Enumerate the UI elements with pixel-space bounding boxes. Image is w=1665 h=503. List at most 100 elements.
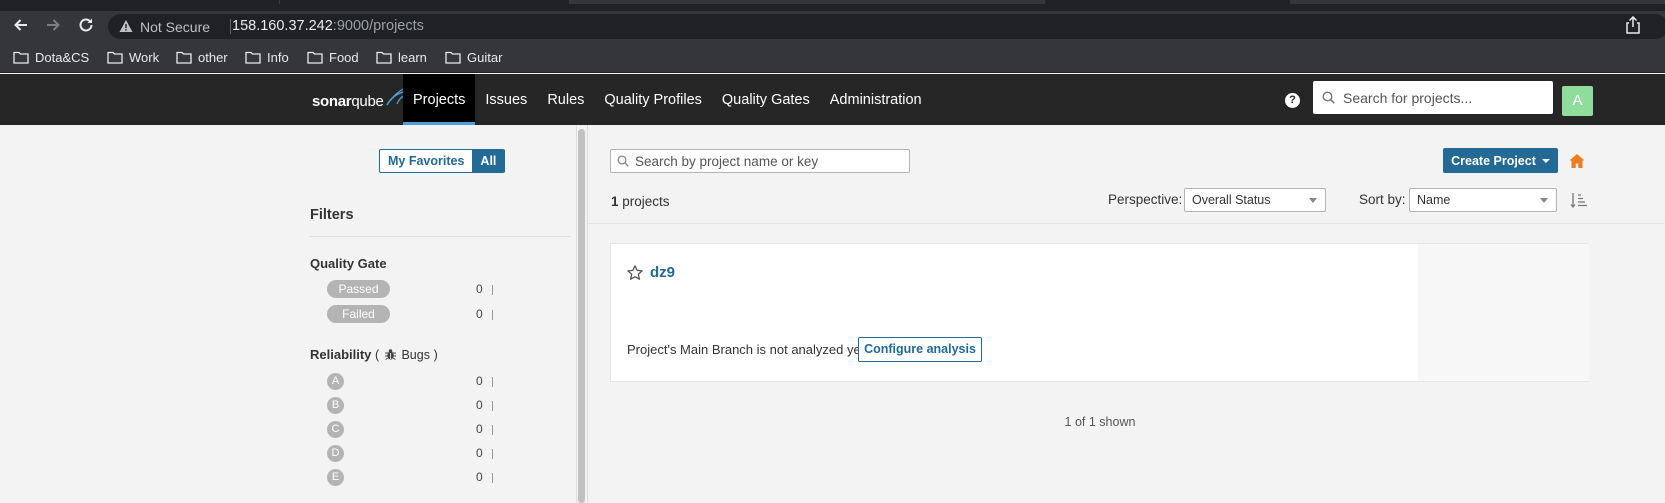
project-name-link[interactable]: dz9 <box>650 264 675 281</box>
paren-open: ( <box>375 348 380 362</box>
forward-icon[interactable] <box>43 16 63 36</box>
browser-tab[interactable] <box>280 0 570 4</box>
global-search[interactable] <box>1313 81 1553 114</box>
bookmark-label: Info <box>267 49 289 65</box>
bookmark-folder[interactable]: Guitar <box>445 48 502 66</box>
quality-gate-passed-option[interactable]: Passed <box>327 280 390 298</box>
bookmark-folder[interactable]: Work <box>107 48 159 66</box>
url-text[interactable]: 158.160.37.242:9000/projects <box>232 18 424 34</box>
nav-quality-gates[interactable]: Quality Gates <box>712 74 820 125</box>
perspective-label: Perspective: <box>1108 192 1183 207</box>
help-icon[interactable]: ? <box>1285 93 1300 108</box>
not-secure-label[interactable]: Not Secure <box>140 19 210 35</box>
reliability-label: Reliability <box>310 347 372 362</box>
filters-title: Filters <box>310 207 354 223</box>
paren-close: ) <box>433 348 438 362</box>
url-host: 158.160.37.242 <box>232 18 333 34</box>
facet-count: 0 <box>476 398 483 412</box>
star-icon[interactable] <box>626 264 644 282</box>
project-search-input[interactable] <box>631 150 907 172</box>
project-card-measures <box>1418 244 1589 381</box>
main-nav: Projects Issues Rules Quality Profiles Q… <box>403 74 932 125</box>
project-search[interactable] <box>610 149 910 173</box>
bookmarks-bar: Dota&CS Work other Info Food learn Guita… <box>0 41 1665 73</box>
bookmark-label: Guitar <box>467 49 503 65</box>
share-icon[interactable] <box>1625 16 1641 34</box>
search-icon <box>617 155 629 167</box>
folder-icon <box>376 51 392 64</box>
bookmark-label: Dota&CS <box>35 49 90 65</box>
facet-bar <box>492 473 493 483</box>
project-count: 1 projects <box>611 194 670 209</box>
create-project-button[interactable]: Create Project <box>1443 148 1558 173</box>
browser-tab[interactable] <box>1290 0 1665 4</box>
project-status-text: Project's Main Branch is not analyzed ye… <box>627 342 868 357</box>
perspective-select[interactable]: Overall Status <box>1184 188 1326 212</box>
reload-icon[interactable] <box>76 16 96 36</box>
facet-count: 0 <box>476 470 483 484</box>
back-icon[interactable] <box>11 16 31 36</box>
all-button[interactable]: All <box>472 150 505 172</box>
facet-count: 0 <box>476 307 483 321</box>
reliability-rating-e[interactable]: E <box>327 469 344 486</box>
bookmark-folder[interactable]: learn <box>376 48 427 66</box>
bookmark-label: Food <box>329 49 359 65</box>
bookmark-folder[interactable]: Info <box>245 48 289 66</box>
facet-count: 0 <box>476 422 483 436</box>
configure-analysis-button[interactable]: Configure analysis <box>858 337 982 362</box>
reliability-rating-c[interactable]: C <box>327 421 344 438</box>
sort-select[interactable]: Name <box>1409 188 1557 212</box>
bookmark-label: Work <box>129 49 160 65</box>
bug-icon <box>384 349 396 360</box>
bookmark-folder[interactable]: Dota&CS <box>13 48 89 66</box>
folder-icon <box>445 51 461 64</box>
favorites-toggle: My Favorites All <box>379 149 506 173</box>
project-count-label: projects <box>622 194 670 209</box>
logo-text-bold: sonar <box>312 93 352 110</box>
my-favorites-button[interactable]: My Favorites <box>380 150 473 172</box>
avatar[interactable]: A <box>1562 86 1593 116</box>
logo-waves-icon <box>385 88 404 106</box>
sidebar-scrollbar-thumb[interactable] <box>578 129 585 503</box>
reliability-rating-b[interactable]: B <box>327 397 344 414</box>
logo-text-light: qube <box>351 93 384 110</box>
chevron-down-icon <box>1309 198 1317 203</box>
facet-bar <box>492 310 493 320</box>
bookmark-folder[interactable]: other <box>176 48 228 66</box>
browser-tab-strip <box>0 0 1665 11</box>
global-search-input[interactable] <box>1339 81 1549 114</box>
address-divider <box>230 19 231 34</box>
folder-icon <box>13 51 29 64</box>
browser-tab[interactable] <box>0 0 280 4</box>
nav-projects[interactable]: Projects <box>403 74 476 125</box>
project-count-number: 1 <box>611 194 619 209</box>
home-icon[interactable] <box>1568 152 1586 170</box>
url-path: :9000/projects <box>332 18 424 34</box>
sort-order-icon[interactable] <box>1570 191 1588 209</box>
results-shown-text: 1 of 1 shown <box>1064 415 1136 429</box>
search-icon <box>1322 91 1335 104</box>
quality-gate-failed-option[interactable]: Failed <box>327 305 390 323</box>
nav-quality-profiles[interactable]: Quality Profiles <box>594 74 712 125</box>
bookmark-folder[interactable]: Food <box>307 48 359 66</box>
toolbar-divider <box>588 223 1665 224</box>
chevron-down-icon <box>1540 198 1548 203</box>
chevron-down-icon <box>1541 158 1550 163</box>
sort-label: Sort by: <box>1359 192 1406 207</box>
project-card: dz9 Project's Main Branch is not analyze… <box>610 243 1589 382</box>
nav-rules[interactable]: Rules <box>537 74 594 125</box>
facet-bar <box>492 285 493 295</box>
filters-divider <box>310 236 570 237</box>
sonarqube-logo[interactable]: sonar qube <box>312 88 405 110</box>
quality-gate-facet-title: Quality Gate <box>310 256 387 271</box>
browser-toolbar: Not Secure 158.160.37.242:9000/projects <box>0 11 1665 41</box>
nav-issues[interactable]: Issues <box>475 74 537 125</box>
browser-tab-active[interactable] <box>570 0 1045 4</box>
facet-bar <box>492 449 493 459</box>
filters-sidebar: My Favorites All Filters Quality Gate Pa… <box>0 125 576 503</box>
reliability-facet-title: Reliability ( Bugs ) <box>310 347 438 362</box>
address-bar[interactable]: Not Secure 158.160.37.242:9000/projects <box>108 14 1665 39</box>
reliability-rating-d[interactable]: D <box>327 445 344 462</box>
nav-administration[interactable]: Administration <box>820 74 932 125</box>
reliability-rating-a[interactable]: A <box>327 373 344 390</box>
